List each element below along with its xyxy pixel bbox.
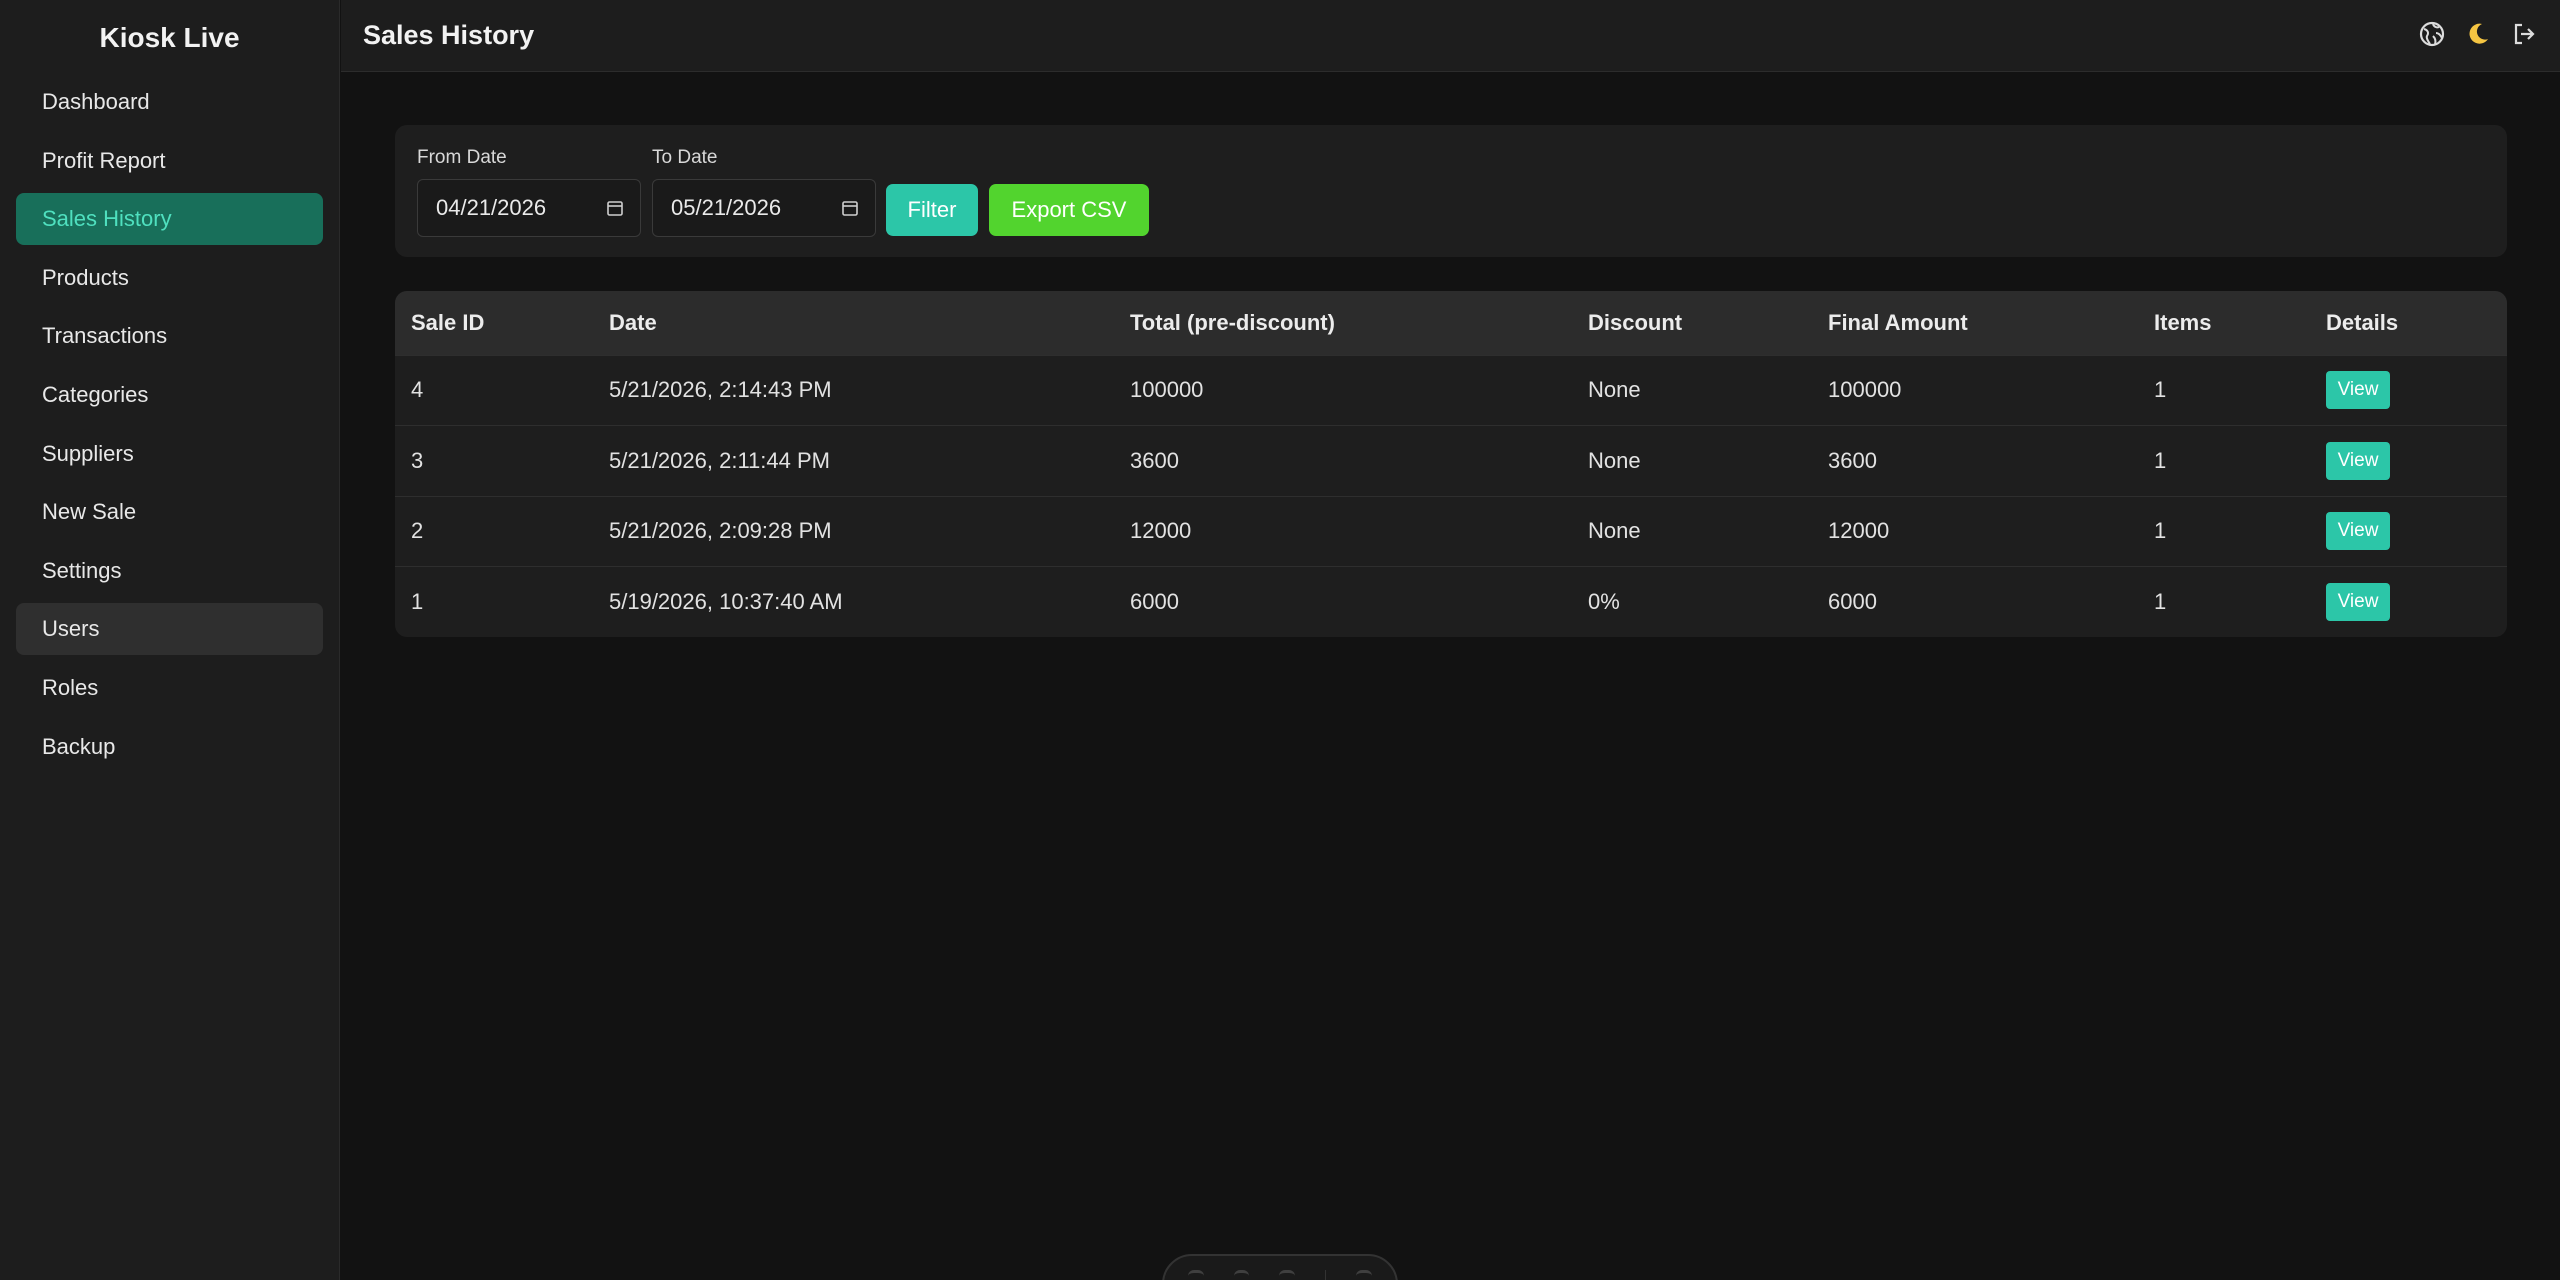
sidebar: Kiosk Live Dashboard Profit Report Sales…	[0, 0, 340, 1280]
page-title: Sales History	[363, 20, 535, 50]
sidebar-item-sales-history[interactable]: Sales History	[16, 193, 323, 246]
cell-sale-id: 3	[411, 447, 424, 473]
cell-final-amount: 100000	[1828, 377, 1902, 403]
column-header-date[interactable]: Date	[593, 291, 1114, 355]
calendar-icon[interactable]	[841, 199, 859, 217]
sidebar-item-users[interactable]: Users	[16, 603, 323, 656]
view-button[interactable]: View	[2326, 441, 2390, 480]
export-csv-button[interactable]: Export CSV	[989, 184, 1149, 236]
cell-details: View	[2310, 567, 2507, 638]
table-row: 3 5/21/2026, 2:11:44 PM 3600 None 3600 1…	[395, 425, 2507, 497]
sidebar-item-backup[interactable]: Backup	[16, 721, 323, 773]
sales-table-card: Sale ID Date Total (pre-discount) Discou…	[395, 291, 2507, 637]
cell-discount: None	[1588, 377, 1641, 403]
table-row: 4 5/21/2026, 2:14:43 PM 100000 None 1000…	[395, 355, 2507, 426]
sidebar-item-roles[interactable]: Roles	[16, 662, 323, 714]
dock-settings-icon[interactable]	[1356, 1270, 1372, 1280]
cell-date: 5/21/2026, 2:09:28 PM	[609, 518, 832, 544]
view-button[interactable]: View	[2326, 512, 2390, 551]
cell-details: View	[2310, 496, 2507, 567]
cell-items: 1	[2154, 447, 2167, 473]
globe-icon[interactable]	[2416, 18, 2448, 50]
dock-tool-icon[interactable]	[1233, 1270, 1250, 1280]
view-button[interactable]: View	[2326, 371, 2390, 410]
sidebar-item-settings[interactable]: Settings	[16, 545, 323, 597]
column-header-items[interactable]: Items	[2138, 291, 2310, 355]
filter-panel: From Date 04/21/2026 To Date 05/21/2026	[395, 125, 2507, 257]
column-header-total[interactable]: Total (pre-discount)	[1114, 291, 1572, 355]
sidebar-item-categories[interactable]: Categories	[16, 369, 323, 421]
calendar-icon[interactable]	[606, 199, 624, 217]
sidebar-item-profit-report[interactable]: Profit Report	[16, 135, 323, 187]
cell-sale-id: 4	[411, 377, 424, 403]
cell-total: 3600	[1130, 447, 1179, 473]
bottom-dock-toolbar	[1162, 1254, 1398, 1280]
main-content: From Date 04/21/2026 To Date 05/21/2026	[341, 73, 2560, 1280]
column-header-details: Details	[2326, 309, 2399, 335]
sidebar-item-dashboard[interactable]: Dashboard	[16, 76, 323, 128]
table-row: 1 5/19/2026, 10:37:40 AM 6000 0% 6000 1 …	[395, 566, 2507, 638]
cell-total: 100000	[1130, 377, 1204, 403]
from-date-label: From Date	[417, 147, 507, 168]
cell-details: View	[2310, 355, 2507, 426]
header-actions	[2416, 18, 2540, 50]
cell-sale-id: 2	[411, 518, 424, 544]
cell-date: 5/21/2026, 2:11:44 PM	[609, 447, 830, 473]
cell-total: 12000	[1130, 518, 1192, 544]
sidebar-nav: Dashboard Profit Report Sales History Pr…	[0, 76, 339, 773]
from-date-field: From Date 04/21/2026	[417, 147, 641, 237]
sidebar-item-new-sale[interactable]: New Sale	[16, 486, 323, 538]
column-header-final-amount[interactable]: Final Amount	[1812, 291, 2138, 355]
cell-items: 1	[2154, 589, 2167, 614]
to-date-input[interactable]: 05/21/2026	[652, 179, 876, 237]
cell-details: View	[2310, 426, 2507, 497]
from-date-input[interactable]: 04/21/2026	[417, 179, 641, 237]
moon-icon[interactable]	[2462, 18, 2494, 50]
cell-sale-id: 1	[411, 589, 424, 614]
to-date-value: 05/21/2026	[671, 195, 782, 220]
cell-total: 6000	[1130, 589, 1179, 614]
table-row: 2 5/21/2026, 2:09:28 PM 12000 None 12000…	[395, 496, 2507, 567]
sidebar-item-suppliers[interactable]: Suppliers	[16, 428, 323, 480]
app-root: Kiosk Live Dashboard Profit Report Sales…	[0, 0, 2560, 1280]
dock-tool-icon[interactable]	[1279, 1270, 1295, 1280]
cell-discount: None	[1588, 447, 1641, 473]
filter-button[interactable]: Filter	[886, 184, 978, 236]
top-header: Sales History	[341, 0, 2560, 72]
cell-items: 1	[2154, 518, 2167, 544]
dock-divider	[1324, 1270, 1327, 1280]
cell-discount: 0%	[1588, 589, 1620, 614]
cell-discount: None	[1588, 518, 1641, 544]
dock-tool-icon[interactable]	[1188, 1270, 1204, 1280]
sidebar-item-products[interactable]: Products	[16, 252, 323, 304]
column-header-discount[interactable]: Discount	[1572, 291, 1812, 355]
cell-items: 1	[2154, 377, 2167, 403]
sales-table: Sale ID Date Total (pre-discount) Discou…	[395, 291, 2507, 637]
cell-final-amount: 6000	[1828, 589, 1877, 614]
to-date-field: To Date 05/21/2026	[652, 147, 876, 237]
cell-date: 5/19/2026, 10:37:40 AM	[609, 589, 843, 614]
column-header-sale-id[interactable]: Sale ID	[395, 291, 593, 355]
from-date-value: 04/21/2026	[436, 195, 547, 220]
cell-final-amount: 12000	[1828, 518, 1890, 544]
cell-final-amount: 3600	[1828, 447, 1877, 473]
cell-date: 5/21/2026, 2:14:43 PM	[609, 377, 832, 403]
table-header-row: Sale ID Date Total (pre-discount) Discou…	[395, 291, 2507, 355]
logout-icon[interactable]	[2508, 18, 2540, 50]
brand-title: Kiosk Live	[99, 22, 240, 53]
to-date-label: To Date	[652, 147, 718, 168]
view-button[interactable]: View	[2326, 583, 2390, 621]
sidebar-item-transactions[interactable]: Transactions	[16, 310, 323, 362]
